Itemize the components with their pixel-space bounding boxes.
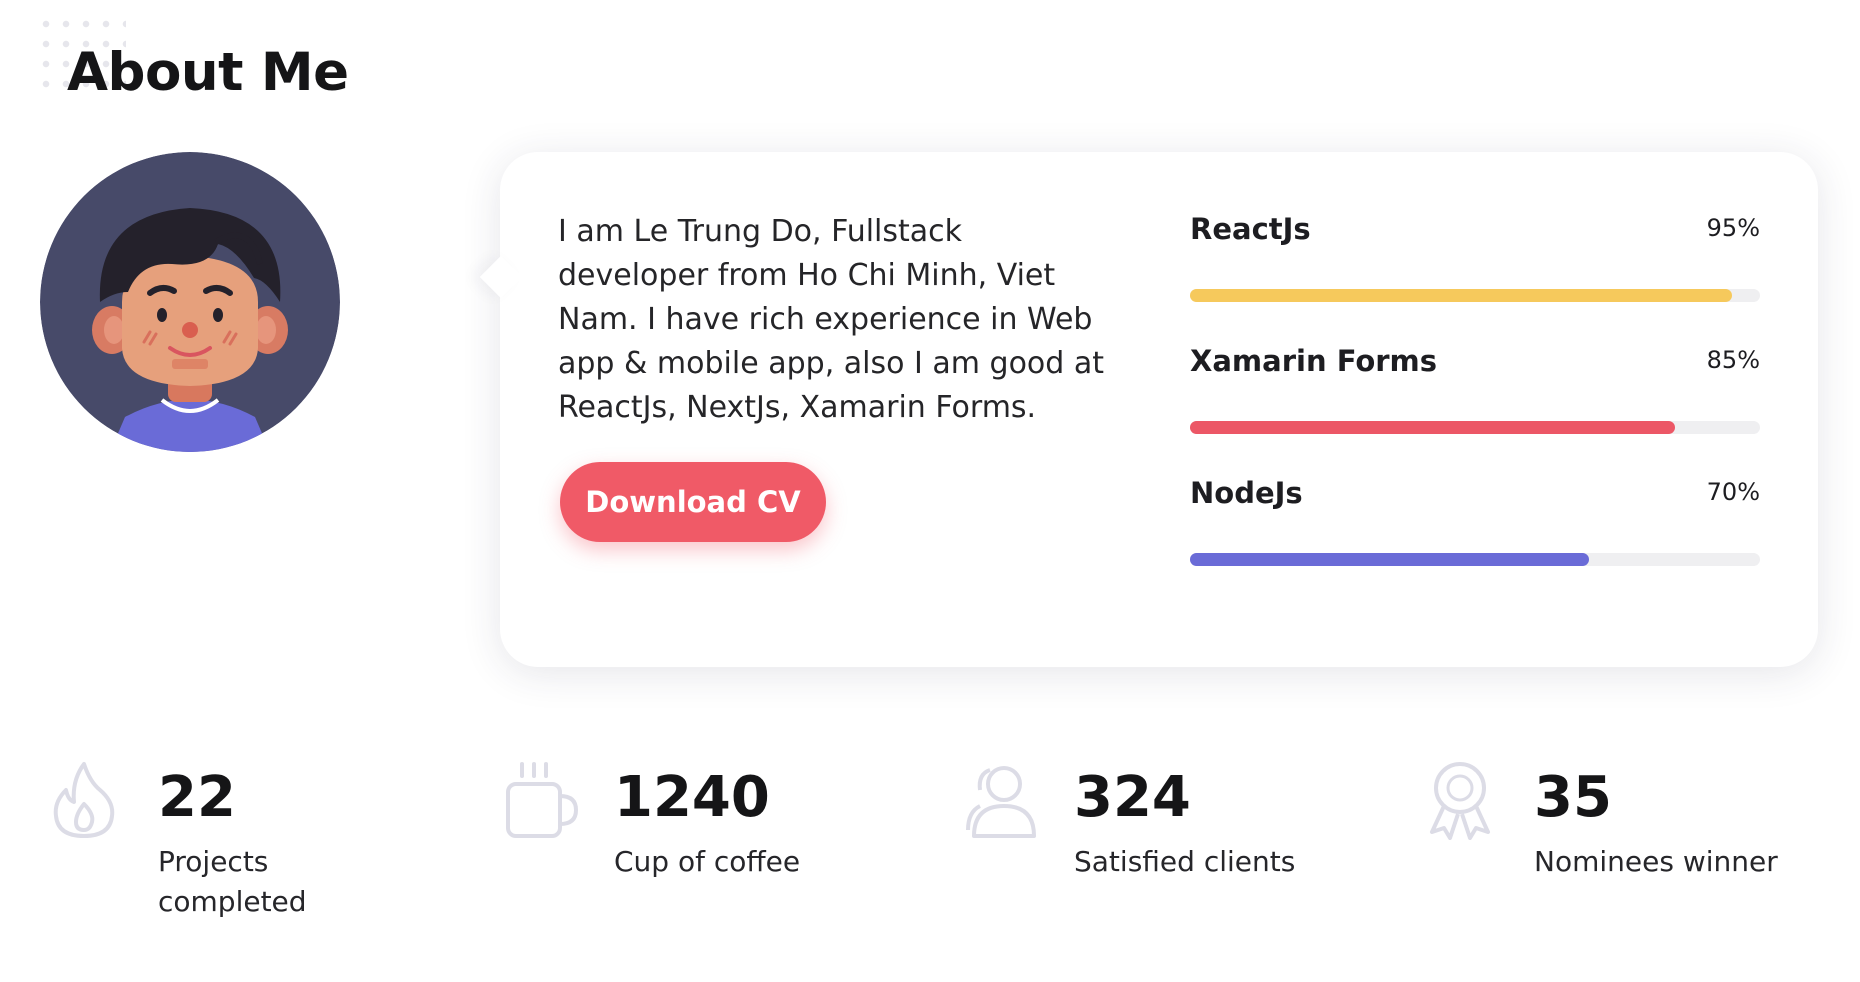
skill-progress-fill — [1190, 553, 1589, 566]
avatar — [40, 152, 340, 452]
skill-progress-fill — [1190, 289, 1732, 302]
stats-row: 22 Projects completed 1240 Cup of coffee… — [0, 760, 1860, 940]
skill-percent: 85% — [1706, 346, 1760, 374]
stat-value: 1240 — [614, 765, 770, 830]
fire-icon — [53, 762, 115, 838]
stat-value: 35 — [1534, 765, 1612, 830]
skill-xamarin-forms: Xamarin Forms 85% — [1190, 344, 1760, 476]
bio-text: I am Le Trung Do, Fullstack developer fr… — [558, 214, 1105, 425]
skill-percent: 95% — [1706, 214, 1760, 242]
skill-track — [1190, 553, 1760, 566]
skill-percent: 70% — [1706, 478, 1760, 506]
stat-label: Nominees winner — [1534, 845, 1778, 878]
about-card: I am Le Trung Do, Fullstack developer fr… — [500, 152, 1818, 667]
skill-name: Xamarin Forms — [1190, 344, 1438, 378]
download-cv-button[interactable]: Download CV — [560, 462, 826, 542]
skill-track — [1190, 421, 1760, 434]
section-title: About Me — [67, 42, 349, 103]
users-icon — [966, 766, 1036, 838]
stat-label: Projects completed — [158, 845, 307, 918]
skill-progress-fill — [1190, 421, 1675, 434]
stat-label: Cup of coffee — [614, 845, 801, 878]
award-ribbon-icon — [1430, 762, 1490, 840]
skill-track — [1190, 289, 1760, 302]
coffee-cup-icon — [506, 762, 579, 838]
stat-label: Satisfied clients — [1074, 845, 1296, 878]
skill-name: NodeJs — [1190, 476, 1303, 510]
skill-reactjs: ReactJs 95% — [1190, 212, 1760, 344]
skills-list: ReactJs 95% Xamarin Forms 85% NodeJs 70% — [1190, 212, 1760, 608]
stat-value: 324 — [1074, 765, 1191, 830]
stat-value: 22 — [158, 765, 236, 830]
skill-name: ReactJs — [1190, 212, 1311, 246]
skill-nodejs: NodeJs 70% — [1190, 476, 1760, 608]
